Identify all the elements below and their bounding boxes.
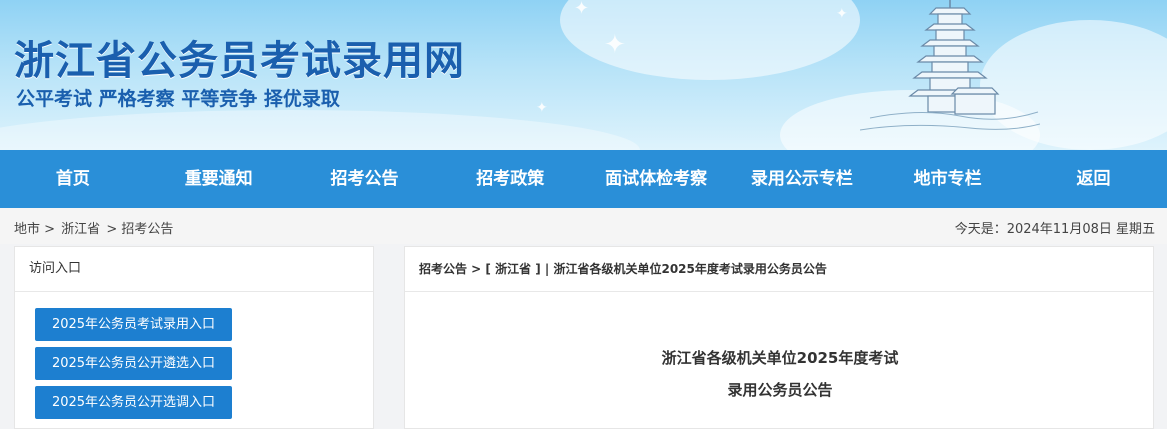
article-title-line2: 录用公务员公告 [727,381,833,399]
breadcrumb: 地市 > 浙江省 > 招考公告 [14,218,175,237]
nav-item-recruitment[interactable]: 招考公告 [292,150,438,208]
breadcrumb-bar: 地市 > 浙江省 > 招考公告 今天是：2024年11月08日 星期五 [0,208,1167,244]
sparkle-icon: ✦ [604,30,626,60]
cloud-decoration [0,110,640,150]
nav-item-policy[interactable]: 招考政策 [437,150,583,208]
breadcrumb-zhejiang[interactable]: 浙江省 [61,222,100,237]
nav-item-home[interactable]: 首页 [0,150,146,208]
nav-item-interview[interactable]: 面试体检考察 [583,150,729,208]
access-panel: 访问入口 2025年公务员考试录用入口 2025年公务员公开遴选入口 2025年… [14,246,374,429]
nav-item-back[interactable]: 返回 [1021,150,1167,208]
article-path: 招考公告 > [ 浙江省 ] | 浙江省各级机关单位2025年度考试录用公务员公… [405,247,1153,292]
site-slogan: 公平考试 严格考察 平等竞争 择优录取 [16,88,340,110]
article-title-line1: 浙江省各级机关单位2025年度考试 [661,349,899,367]
article-panel: 招考公告 > [ 浙江省 ] | 浙江省各级机关单位2025年度考试录用公务员公… [404,246,1154,429]
nav-item-cities[interactable]: 地市专栏 [875,150,1021,208]
breadcrumb-recruitment[interactable]: > 招考公告 [106,222,173,237]
exam-entry-button[interactable]: 2025年公务员考试录用入口 [35,308,232,341]
nav-item-notices[interactable]: 重要通知 [146,150,292,208]
sparkle-icon: ✦ [836,6,848,22]
sparkle-icon: ✦ [574,0,590,19]
selection-entry-button[interactable]: 2025年公务员公开遴选入口 [35,347,232,380]
access-panel-title: 访问入口 [15,247,373,292]
site-title: 浙江省公务员考试录用网 [14,38,465,84]
pagoda-icon [860,0,1040,131]
current-date: 今天是：2024年11月08日 星期五 [954,222,1155,237]
transfer-entry-button[interactable]: 2025年公务员公开选调入口 [35,386,232,419]
breadcrumb-cities[interactable]: 地市 > [14,222,55,237]
nav-item-publicity[interactable]: 录用公示专栏 [729,150,875,208]
sparkle-icon: ✦ [536,100,548,116]
header-banner: ✦ ✦ ✦ ✦ 浙江省公务员考试录用网 公平考试 严格考察 平等竞争 择优录取 [0,0,1167,150]
main-nav: 首页 重要通知 招考公告 招考政策 面试体检考察 录用公示专栏 地市专栏 返回 [0,150,1167,208]
